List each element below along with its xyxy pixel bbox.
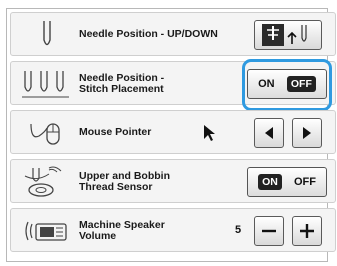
minus-icon [262, 229, 276, 233]
setting-label: Mouse Pointer [79, 127, 151, 138]
setting-row-speaker-volume: Machine Speaker Volume 5 [10, 208, 336, 252]
needle-positions-icon [19, 67, 75, 101]
toggle-on-option[interactable]: ON [258, 174, 282, 190]
pointer-next-button[interactable] [292, 118, 322, 148]
speaker-icon [19, 214, 75, 248]
volume-decrease-button[interactable] [254, 216, 284, 246]
setting-label-line: Volume [79, 230, 117, 242]
setting-label-line: Stitch Placement [79, 83, 164, 95]
setting-label-line: Mouse Pointer [79, 126, 152, 138]
setting-row-mouse-pointer: Mouse Pointer [10, 110, 336, 154]
selection-highlight [242, 59, 332, 111]
mouse-icon [19, 116, 75, 150]
volume-increase-button[interactable] [292, 216, 322, 246]
volume-value: 5 [235, 224, 242, 236]
thread-sensor-icon [19, 165, 75, 199]
setting-label: Upper and Bobbin Thread Sensor [79, 171, 170, 193]
toggle-off-option[interactable]: OFF [294, 176, 316, 188]
setting-label: Needle Position - UP/DOWN [79, 29, 218, 40]
pointer-previous-button[interactable] [254, 118, 284, 148]
plus-icon [300, 224, 314, 238]
needle-icon [19, 18, 75, 52]
arrow-left-icon [265, 127, 273, 139]
thread-sensor-toggle[interactable]: ON OFF [247, 167, 327, 197]
setting-label: Machine Speaker Volume [79, 220, 165, 242]
setting-label: Needle Position - Stitch Placement [79, 73, 164, 95]
setting-label-line: Needle Position - UP/DOWN [79, 28, 218, 40]
setting-label-line: Thread Sensor [79, 181, 153, 193]
arrow-pointer-icon [204, 125, 215, 141]
setting-row-needle-position-up-down: Needle Position - UP/DOWN [10, 12, 336, 56]
arrow-right-icon [303, 127, 311, 139]
needle-up-down-icon [262, 24, 307, 46]
setting-row-thread-sensor: Upper and Bobbin Thread Sensor ON OFF [10, 159, 336, 203]
needle-up-down-button[interactable] [254, 20, 322, 50]
